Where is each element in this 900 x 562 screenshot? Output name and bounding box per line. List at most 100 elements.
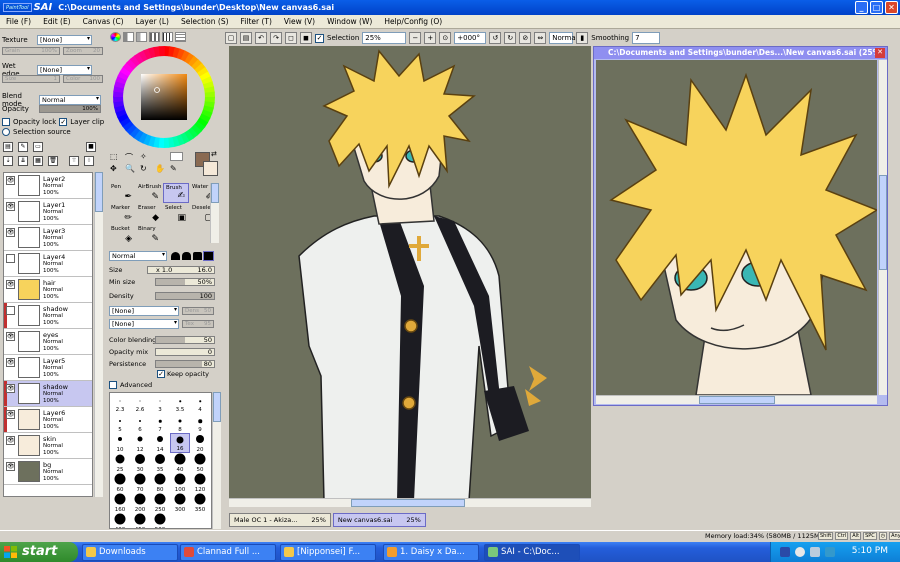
blend-mode-select[interactable]: Normal xyxy=(39,95,101,105)
brush-size-preset[interactable]: 400 xyxy=(110,513,130,528)
tool-grid-scroll-thumb[interactable] xyxy=(211,183,219,203)
new-linework-layer-icon[interactable]: ✎ xyxy=(18,142,28,152)
brush-shape-flat-icon[interactable] xyxy=(193,252,202,260)
volume-tray-icon[interactable] xyxy=(810,547,820,557)
menu-layer[interactable]: Layer (L) xyxy=(130,17,175,26)
help-tray-icon[interactable] xyxy=(780,547,790,557)
layer-row[interactable]: 👁 hair Normal 100% xyxy=(4,277,92,303)
lasso-icon[interactable]: ⌒ xyxy=(125,152,139,163)
zoom-field[interactable]: 25% xyxy=(362,32,407,44)
brush-shape-param-slider[interactable]: Dens 50 xyxy=(182,307,214,315)
rotate-tool-icon[interactable]: ↻ xyxy=(140,164,154,173)
menu-window[interactable]: Window (W) xyxy=(321,17,378,26)
canvas-main-hscrollbar[interactable] xyxy=(229,498,591,507)
wet-color-slider[interactable]: Color 100 xyxy=(63,75,103,83)
layer-row[interactable]: 👁 shadow Normal 100% xyxy=(4,381,92,407)
minimize-button[interactable]: _ xyxy=(855,1,868,14)
brush-size-preset[interactable]: 160 xyxy=(110,493,130,513)
selection-source-radio[interactable] xyxy=(2,128,10,136)
tool-binary[interactable]: Binary ✎ xyxy=(136,225,162,245)
brush-size-preset[interactable]: 5 xyxy=(110,413,130,433)
magic-wand-icon[interactable]: ✧ xyxy=(140,152,154,163)
canvas-secondary-hscrollbar[interactable] xyxy=(596,395,877,404)
brush-shape-square-icon[interactable] xyxy=(203,251,214,261)
brush-size-preset[interactable]: 300 xyxy=(170,493,190,513)
layer-visibility-icon[interactable]: 👁 xyxy=(6,358,15,367)
layer-row[interactable]: 👁 Layer2 Normal 100% xyxy=(4,173,92,199)
brush-size-preset[interactable]: 25 xyxy=(110,453,130,473)
taskbar-task[interactable]: SAI - C:\Doc... xyxy=(484,544,580,561)
brush-size-preset[interactable]: 7 xyxy=(150,413,170,433)
smoothing-field[interactable]: 7 xyxy=(632,32,661,44)
layer-visibility-icon[interactable]: 👁 xyxy=(6,436,15,445)
hand-tool-icon[interactable]: ✋ xyxy=(155,164,169,173)
layer-visibility-icon[interactable]: 👁 xyxy=(6,384,15,393)
tool-airbrush[interactable]: AirBrush ✎ xyxy=(136,183,162,203)
swap-colors-icon[interactable]: ⇄ xyxy=(211,150,217,158)
brush-size-preset[interactable]: 12 xyxy=(130,433,150,453)
move-icon[interactable]: ✥ xyxy=(110,164,124,173)
rotate-right-button[interactable]: ↻ xyxy=(504,32,517,44)
menu-file[interactable]: File (F) xyxy=(0,17,37,26)
brush-size-preset[interactable]: 2.6 xyxy=(130,393,150,413)
menu-selection[interactable]: Selection (S) xyxy=(175,17,235,26)
layer-row[interactable]: Layer4 Normal 100% xyxy=(4,251,92,277)
layer-list-scroll-thumb[interactable] xyxy=(95,172,103,212)
start-button[interactable]: start xyxy=(0,542,78,562)
brush-size-preset[interactable]: 2.3 xyxy=(110,393,130,413)
menu-filter[interactable]: Filter (T) xyxy=(235,17,278,26)
brush-size-preset[interactable]: 350 xyxy=(190,493,210,513)
scratchpad-mode-icon[interactable] xyxy=(175,32,186,42)
brush-texture-select[interactable]: [None] xyxy=(109,319,179,329)
opacity-slider[interactable]: 100% xyxy=(39,105,101,113)
maximize-button[interactable]: □ xyxy=(870,1,883,14)
brush-size-preset[interactable]: 16 xyxy=(170,433,190,453)
zoom-slider[interactable]: Zoom 20 xyxy=(63,47,103,55)
brush-size-preset[interactable]: 3.5 xyxy=(170,393,190,413)
canvas-tab-male-oc[interactable]: Male OC 1 - Akiza... 25% xyxy=(229,513,331,527)
layer-visibility-icon[interactable] xyxy=(6,306,15,315)
zoom-tool-icon[interactable]: 🔍 xyxy=(125,164,139,173)
clear-layer-icon[interactable]: ▦ xyxy=(33,156,43,166)
layer-list-scrollbar[interactable] xyxy=(94,172,103,497)
taskbar-task[interactable]: Clannad Full ... xyxy=(180,544,276,561)
brush-size-preset[interactable]: 450 xyxy=(130,513,150,528)
selection-checkbox[interactable]: ✓ xyxy=(315,33,324,43)
brush-shape-round-icon[interactable] xyxy=(171,252,180,260)
brush-size-preset[interactable]: 14 xyxy=(150,433,170,453)
brush-size-slider[interactable]: x 1.0 16.0 xyxy=(147,266,215,274)
transfer-down-icon[interactable]: ⇣ xyxy=(3,156,13,166)
brush-size-preset[interactable]: 500 xyxy=(150,513,170,528)
merge-icon[interactable]: ⇈ xyxy=(69,156,79,166)
taskbar-task[interactable]: [Nipponsei] F... xyxy=(280,544,376,561)
deselect-icon-button[interactable]: ◻ xyxy=(285,32,297,44)
rotate-left-button[interactable]: ↺ xyxy=(489,32,502,44)
brush-size-preset[interactable]: 200 xyxy=(130,493,150,513)
keep-opacity-checkbox[interactable]: ✓ xyxy=(157,370,165,378)
app-tray-icon[interactable] xyxy=(825,547,835,557)
zoom-reset-button[interactable]: ⊙ xyxy=(439,32,452,44)
menu-canvas[interactable]: Canvas (C) xyxy=(77,17,130,26)
zoom-out-button[interactable]: − xyxy=(409,32,422,44)
undo-button[interactable]: ↶ xyxy=(255,32,267,44)
flip-button[interactable]: ⇔ xyxy=(534,32,547,44)
brush-size-multiplier[interactable]: x 1.0 xyxy=(156,266,172,274)
layer-visibility-icon[interactable]: 👁 xyxy=(6,228,15,237)
layer-row[interactable]: 👁 bg Normal 100% xyxy=(4,459,92,485)
advanced-checkbox[interactable] xyxy=(109,381,117,389)
menu-help-config[interactable]: Help/Config (O) xyxy=(378,17,448,26)
canvas-tab-new-canvas6[interactable]: New canvas6.sai 25% xyxy=(332,513,426,527)
invert-selection-button[interactable]: ◼ xyxy=(300,32,312,44)
brush-size-preset[interactable]: 4 xyxy=(190,393,210,413)
color-blending-slider[interactable]: 50 xyxy=(155,336,215,344)
brush-shape-soft-icon[interactable] xyxy=(182,252,191,260)
zoom-in-button[interactable]: + xyxy=(424,32,437,44)
swatch-mode-icon[interactable] xyxy=(162,32,173,42)
layer-visibility-icon[interactable]: 👁 xyxy=(6,176,15,185)
brush-size-preset[interactable]: 20 xyxy=(190,433,210,453)
redo-button[interactable]: ↷ xyxy=(270,32,282,44)
canvas-main-hscroll-thumb[interactable] xyxy=(351,499,465,507)
close-button[interactable]: ✕ xyxy=(885,1,898,14)
rect-select-icon[interactable]: ⬚ xyxy=(110,152,124,163)
layer-visibility-icon[interactable]: 👁 xyxy=(6,332,15,341)
